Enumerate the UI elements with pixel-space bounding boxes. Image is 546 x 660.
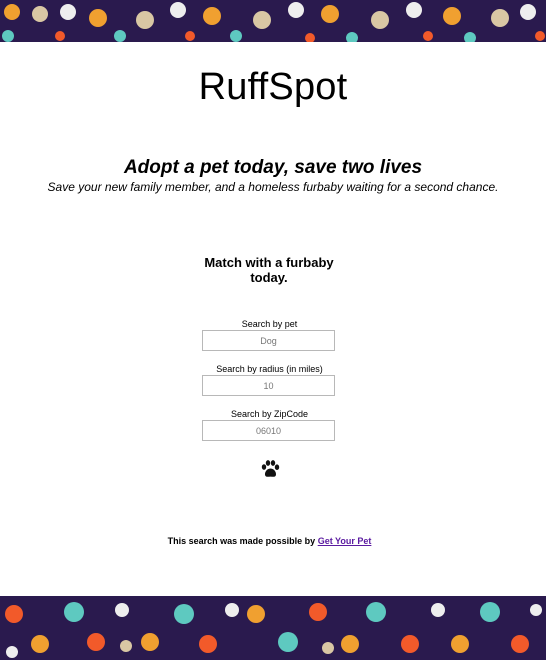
pet-search-label: Search by pet xyxy=(241,319,298,329)
hero-tagline: Adopt a pet today, save two lives xyxy=(123,157,423,178)
pet-pattern-image xyxy=(5,602,542,658)
bottom-pet-pattern-banner xyxy=(0,596,546,660)
search-submit-button[interactable] xyxy=(260,459,280,479)
top-pet-pattern-banner xyxy=(0,0,546,42)
paw-icon xyxy=(261,460,280,477)
pet-pattern-image xyxy=(2,2,545,42)
zipcode-search-label: Search by ZipCode xyxy=(230,409,309,419)
search-heading: Match with a furbaby today. xyxy=(204,255,334,285)
credit-line: This search was made possible by Get You… xyxy=(0,536,539,546)
brand-title: RuffSpot xyxy=(198,66,348,108)
pet-search-input[interactable] xyxy=(202,330,335,351)
radius-search-label: Search by radius (in miles) xyxy=(216,364,323,374)
credit-text: This search was made possible by xyxy=(167,536,316,546)
hero-subtitle: Save your new family member, and a homel… xyxy=(47,180,499,194)
radius-search-input[interactable] xyxy=(202,375,335,396)
zipcode-search-input[interactable] xyxy=(202,420,335,441)
get-your-pet-link[interactable]: Get Your Pet xyxy=(318,536,372,546)
